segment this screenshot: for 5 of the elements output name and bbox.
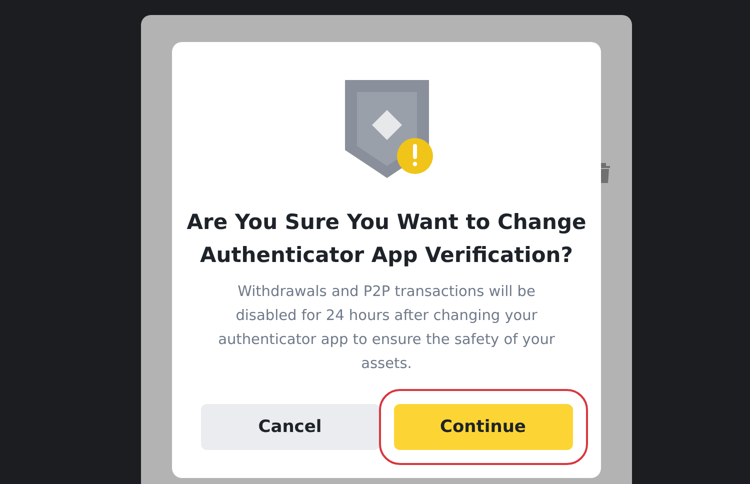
continue-button[interactable]: Continue <box>394 404 572 450</box>
dialog-title: Are You Sure You Want to Change Authenticator App Verification? <box>186 209 586 269</box>
shield-warning-icon <box>344 80 434 180</box>
cancel-button[interactable]: Cancel <box>200 404 380 450</box>
dialog-message: Withdrawals and P2P transactions will be disabled for 24 hours after changing your authenticator app to ensure the safety of your assets. <box>217 283 556 374</box>
